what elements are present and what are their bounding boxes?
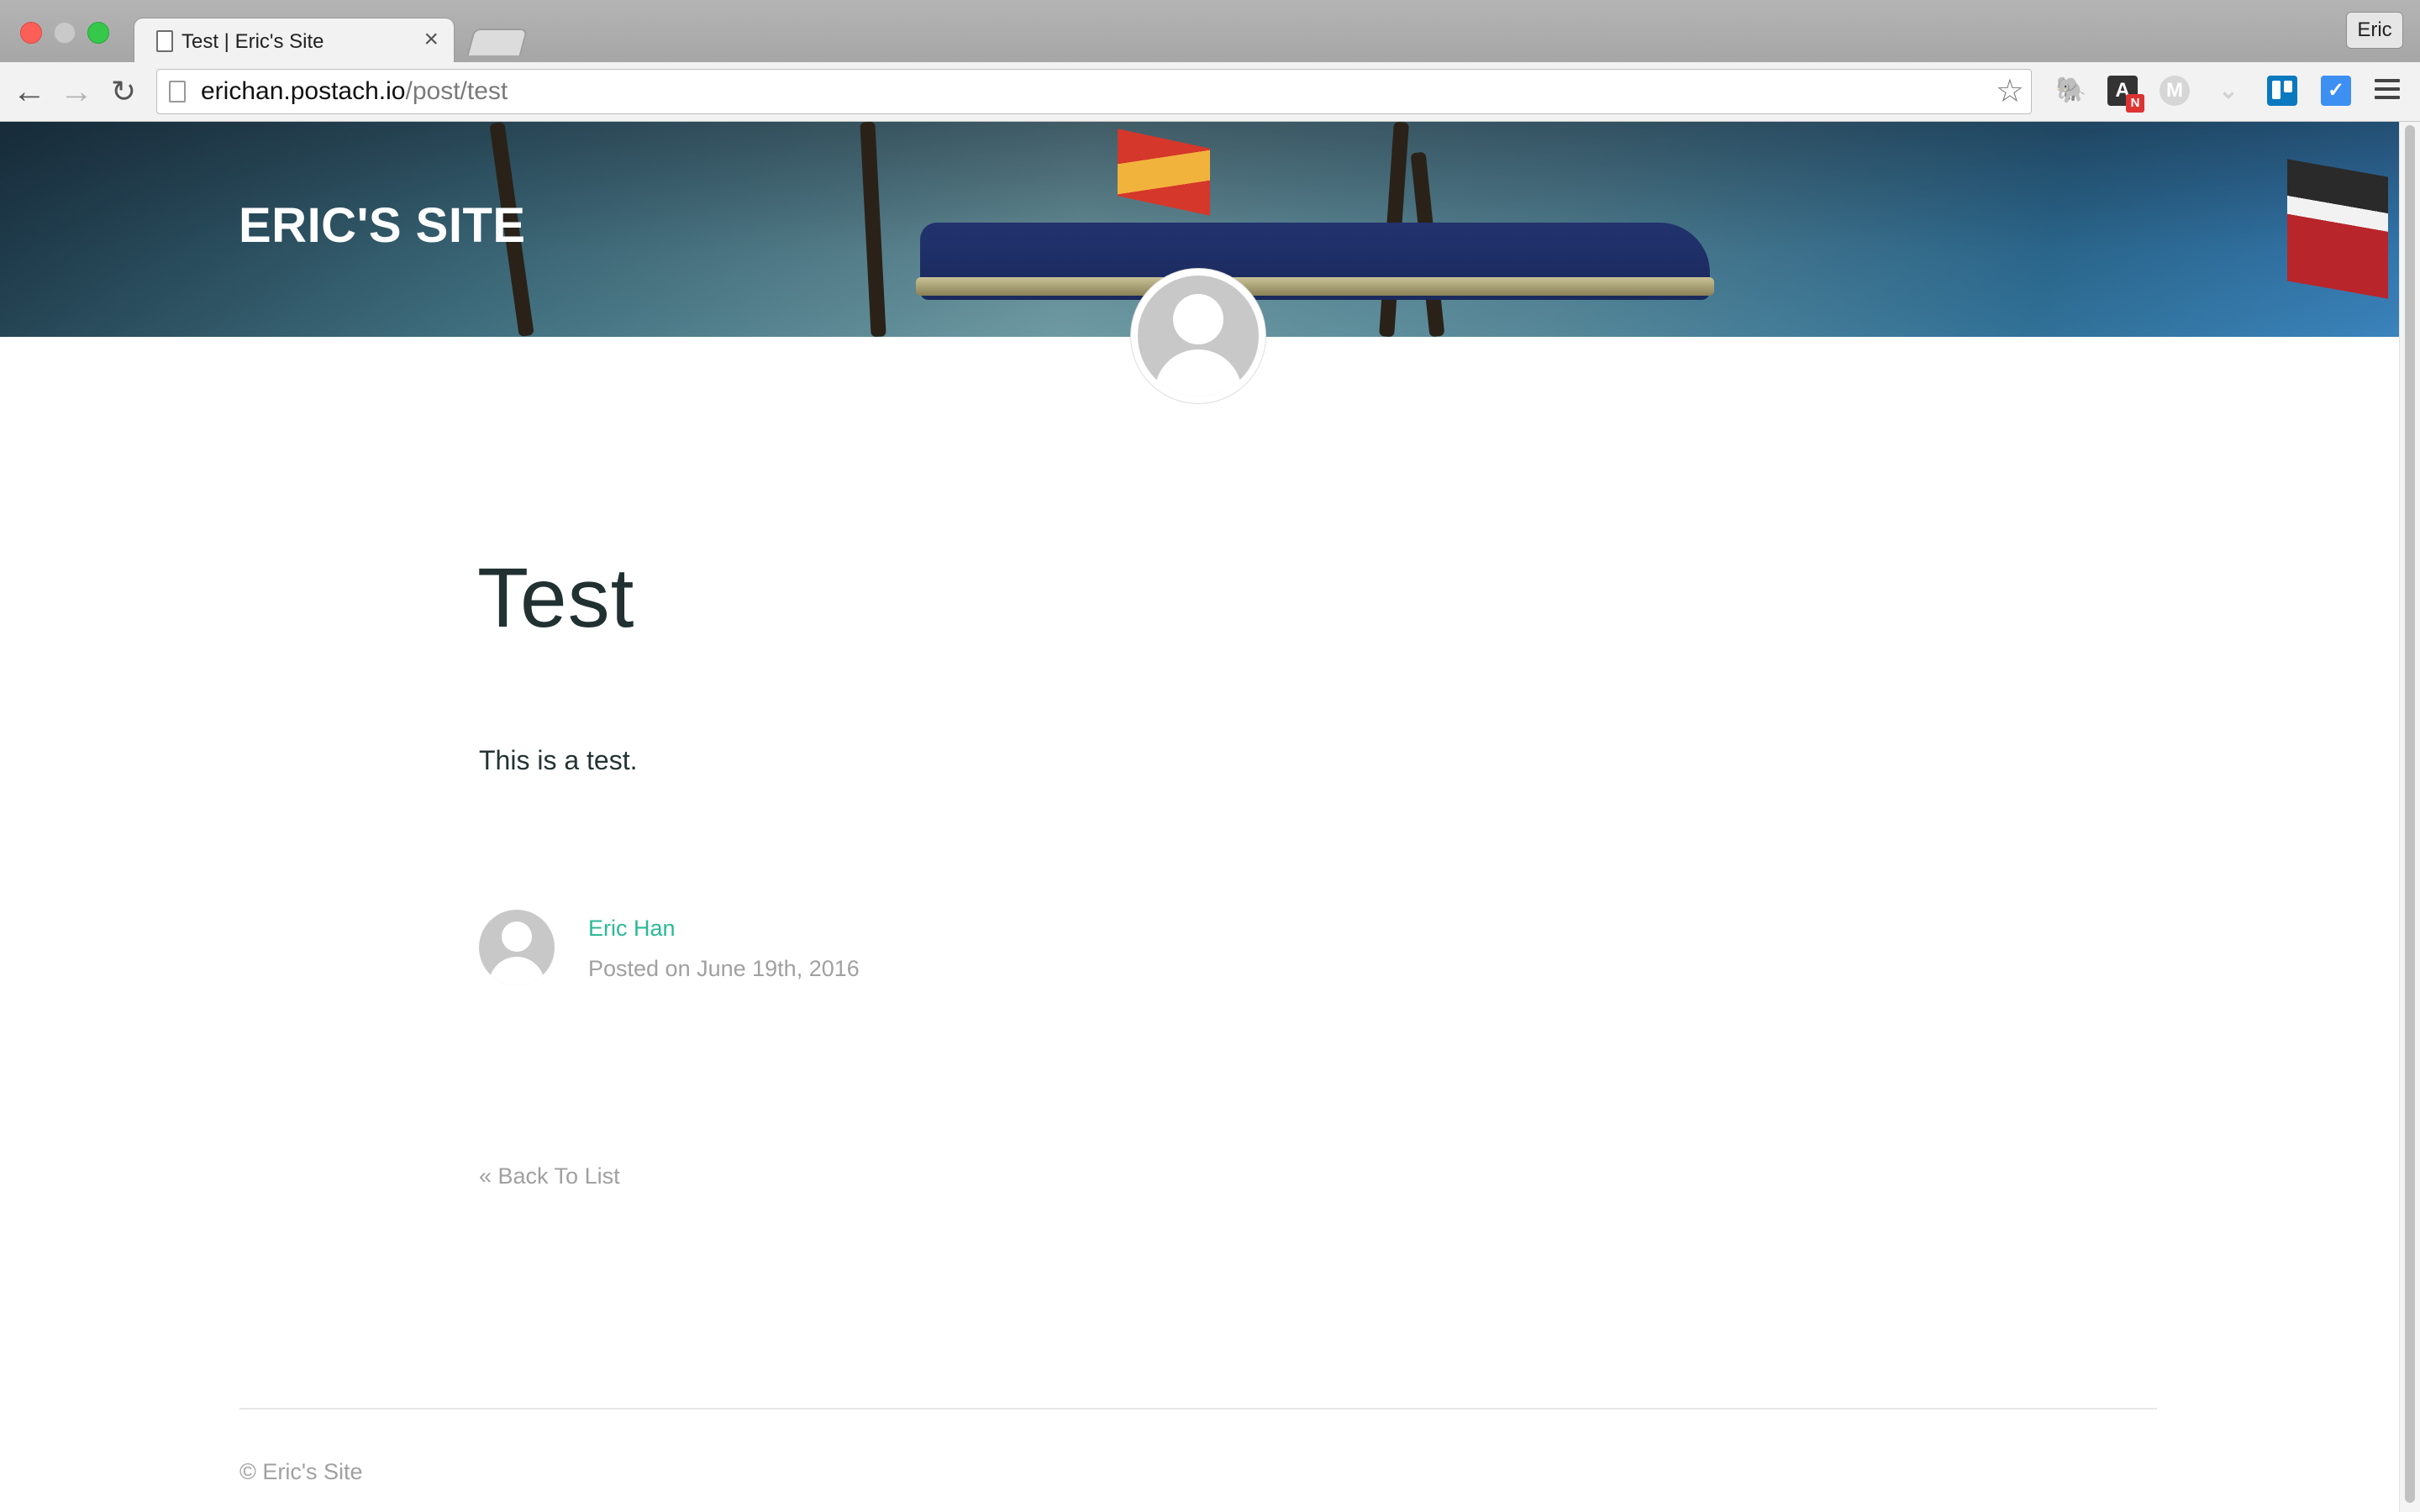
trello-extension-icon[interactable]: [2267, 76, 2297, 106]
flag-image: [2287, 159, 2388, 299]
post-body: This is a test.: [479, 745, 638, 775]
window-zoom-button[interactable]: [87, 22, 109, 44]
browser-toolbar: ← → ↻ erichan.postach.io/post/test ☆ 🐘 A…: [0, 62, 2420, 184]
url-host: erichan.postach.io: [201, 77, 406, 105]
author-avatar: [479, 910, 555, 985]
medium-extension-icon[interactable]: M: [2160, 76, 2190, 106]
window-close-button[interactable]: [20, 22, 42, 44]
author-name-link[interactable]: Eric Han: [588, 916, 676, 942]
header-avatar: [1131, 269, 1265, 403]
reload-icon[interactable]: ↻: [104, 72, 143, 111]
pocket-extension-icon[interactable]: ⌄: [2213, 76, 2244, 106]
window-titlebar: Test | Eric's Site × Eric: [0, 0, 2420, 64]
address-bar[interactable]: erichan.postach.io/post/test ☆: [156, 69, 2032, 114]
flag-image: [1118, 129, 1210, 216]
tab-close-icon[interactable]: ×: [424, 27, 439, 52]
evernote-extension-icon[interactable]: 🐘: [2055, 76, 2086, 106]
footer-copyright: © Eric's Site: [239, 1459, 363, 1484]
scrollbar-thumb[interactable]: [2405, 125, 2415, 1503]
post-date: Posted on June 19th, 2016: [588, 956, 860, 981]
user-silhouette-icon: [1138, 276, 1259, 396]
page-icon: [156, 30, 173, 52]
post-title: Test: [477, 551, 635, 645]
profile-button[interactable]: Eric: [2346, 12, 2403, 49]
tab-title: Test | Eric's Site: [182, 30, 324, 53]
browser-tab-active[interactable]: Test | Eric's Site ×: [134, 18, 454, 64]
site-title-link[interactable]: ERIC'S SITE: [239, 197, 526, 254]
vertical-scrollbar[interactable]: [2399, 122, 2420, 1512]
page-viewport: ERIC'S SITE Test This is a test. Eric Ha…: [0, 122, 2400, 1512]
new-tab-button[interactable]: [466, 29, 529, 55]
palm-trunk: [860, 122, 886, 338]
page-icon: [169, 81, 186, 102]
window-minimize-button[interactable]: [54, 22, 76, 44]
notification-badge: N: [2126, 94, 2144, 113]
boat-rail: [916, 277, 1714, 296]
footer-divider: [239, 1408, 2157, 1410]
hamburger-menu-icon[interactable]: [2375, 79, 2400, 104]
back-to-list-link[interactable]: « Back To List: [479, 1163, 620, 1189]
adn-extension-icon[interactable]: AN: [2107, 76, 2144, 113]
back-arrow-icon[interactable]: ←: [10, 72, 49, 111]
url-text[interactable]: erichan.postach.io/post/test: [201, 77, 508, 106]
forward-arrow-icon[interactable]: →: [57, 72, 96, 111]
url-path: /post/test: [405, 77, 508, 105]
bookmark-star-icon[interactable]: ☆: [1996, 73, 2024, 110]
chart-extension-icon[interactable]: ✓: [2321, 76, 2351, 106]
